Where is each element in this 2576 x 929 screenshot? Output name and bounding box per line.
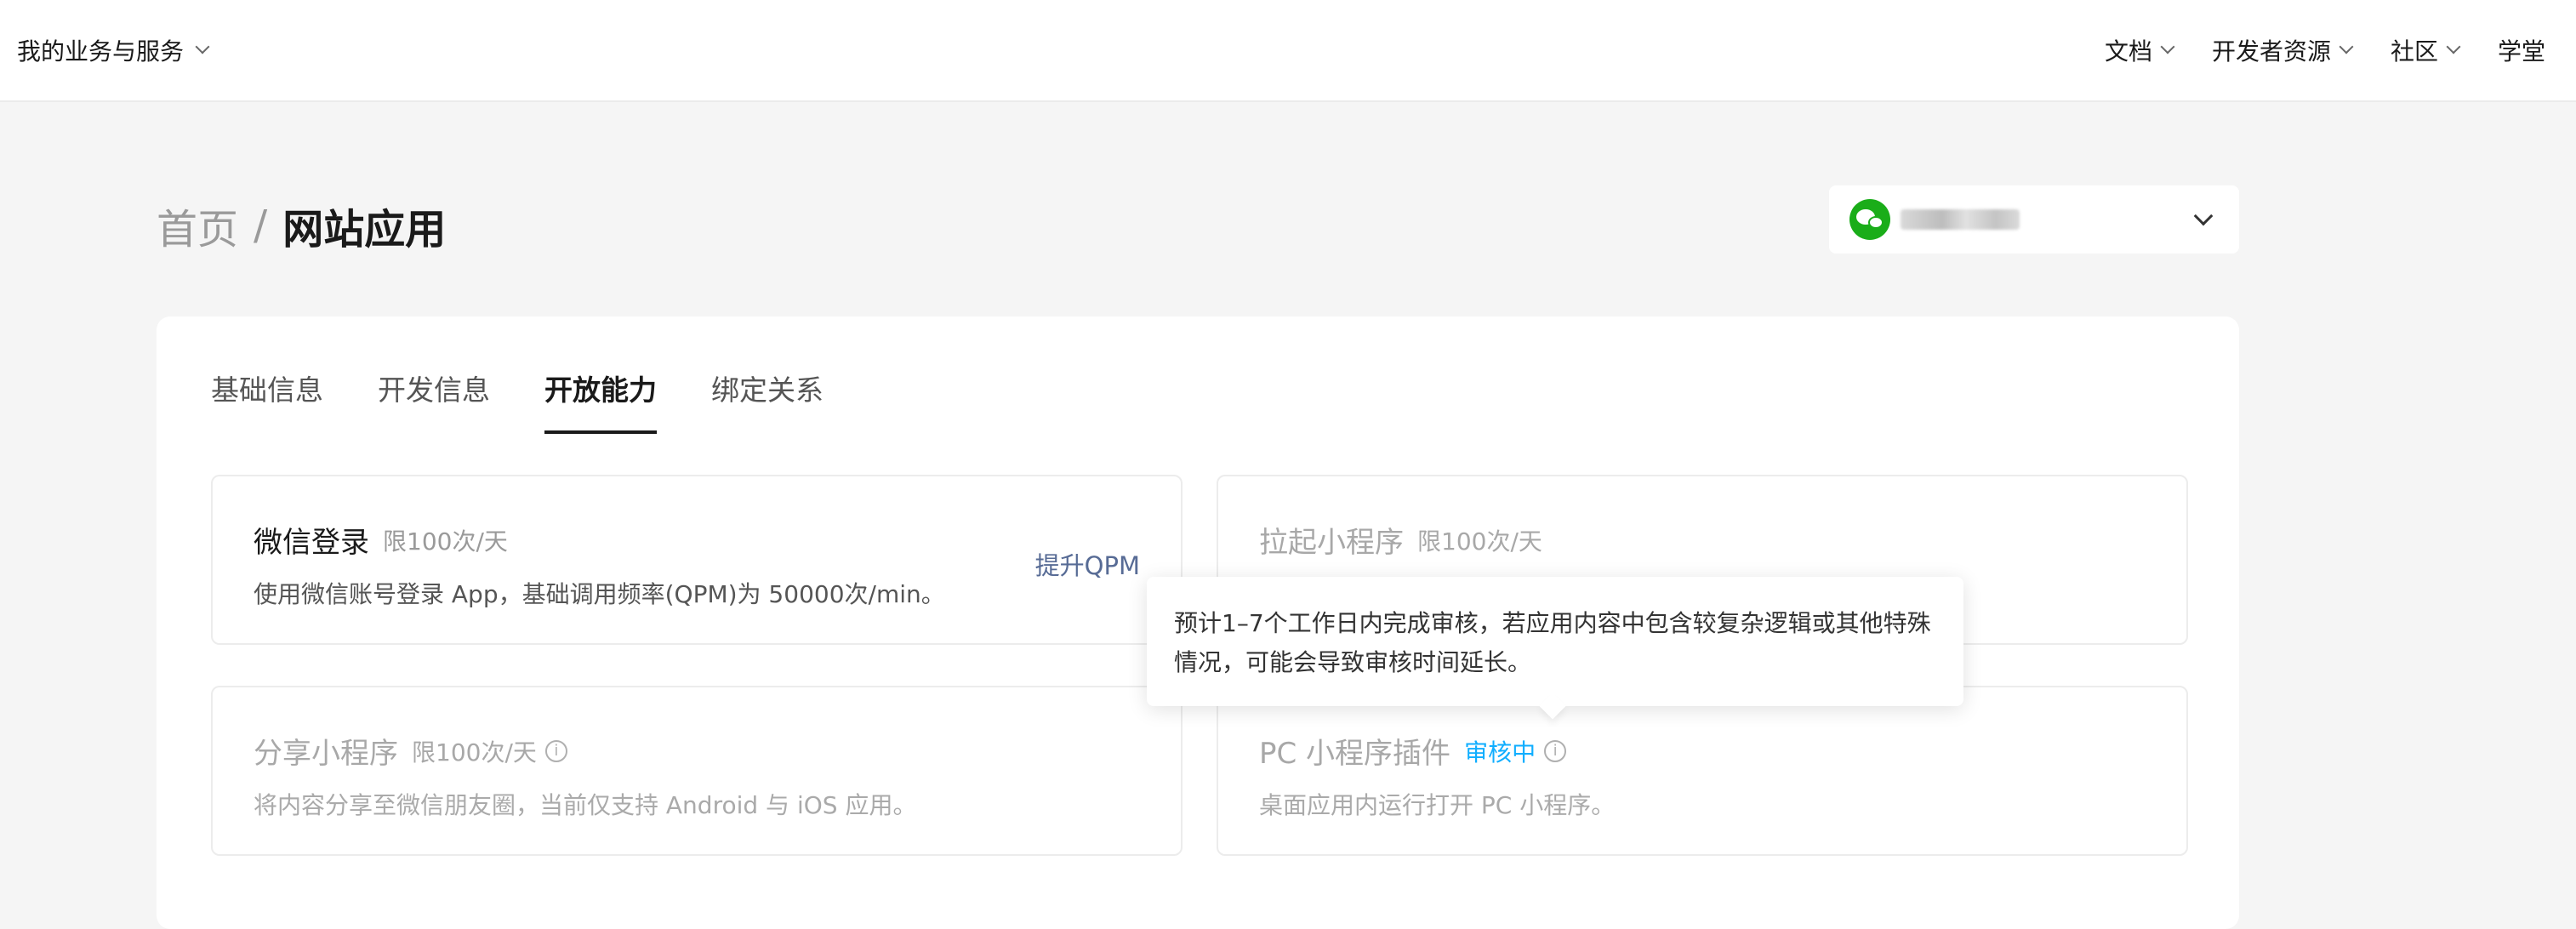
nav-community-label: 社区 [2390,37,2438,66]
account-name-redacted [1901,209,2020,230]
nav-academy[interactable]: 学堂 [2498,33,2545,67]
feature-limit: 限100次/天 [383,527,508,556]
feature-wechat-login: 微信登录 限100次/天 使用微信账号登录 App，基础调用频率(QPM)为 5… [211,475,1183,645]
feature-desc: 桌面应用内运行打开 PC 小程序。 [1259,791,1616,819]
chevron-down-icon [2193,206,2214,226]
feature-title: 分享小程序 [254,737,398,771]
tab-binding[interactable]: 绑定关系 [711,368,824,434]
feature-limit: 限100次/天 [1417,527,1542,556]
feature-title: PC 小程序插件 [1259,737,1451,771]
tab-basic-info[interactable]: 基础信息 [211,368,323,434]
feature-limit: 限100次/天 [412,738,537,767]
feature-desc: 使用微信账号登录 App，基础调用频率(QPM)为 50000次/min。 [254,580,945,608]
info-icon[interactable]: i [544,739,567,762]
feature-pc-miniprogram-plugin: PC 小程序插件 审核中 i 桌面应用内运行打开 PC 小程序。 [1217,686,2188,856]
page-title: 网站应用 [282,206,447,254]
nav-docs[interactable]: 文档 [2104,33,2175,67]
tab-dev-info[interactable]: 开发信息 [378,368,490,434]
nav-academy-label: 学堂 [2497,37,2545,66]
nav-docs-label: 文档 [2104,37,2152,66]
business-menu[interactable]: 我的业务与服务 [17,0,210,100]
feature-share-miniprogram: 分享小程序 限100次/天 i 将内容分享至微信朋友圈，当前仅支持 Androi… [211,686,1183,856]
status-badge: 审核中 [1464,738,1536,767]
feature-desc: 将内容分享至微信朋友圈，当前仅支持 Android 与 iOS 应用。 [254,791,917,819]
chevron-down-icon [2160,39,2175,54]
nav-developer-resources-label: 开发者资源 [2211,37,2331,66]
tab-bar: 基础信息 开发信息 开放能力 绑定关系 [211,368,824,434]
top-nav: 文档 开发者资源 社区 学堂 [2105,0,2545,100]
feature-title: 拉起小程序 [1259,526,1404,560]
business-menu-label: 我的业务与服务 [17,37,185,66]
breadcrumb-separator: / [254,202,268,249]
tooltip-text: 预计1–7个工作日内完成审核，若应用内容中包含较复杂逻辑或其他特殊情况，可能会导… [1174,609,1931,676]
account-select[interactable] [1829,185,2239,254]
chevron-down-icon [195,39,210,54]
breadcrumb-home[interactable]: 首页 [157,196,238,255]
feature-title: 微信登录 [254,526,369,560]
tab-open-capabilities[interactable]: 开放能力 [544,368,657,434]
breadcrumb: 首页 / 网站应用 [157,196,446,255]
top-bar: 我的业务与服务 文档 开发者资源 社区 学堂 [0,0,2576,102]
nav-developer-resources[interactable]: 开发者资源 [2211,33,2354,67]
chevron-down-icon [2446,39,2461,54]
nav-community[interactable]: 社区 [2390,33,2461,67]
info-icon[interactable]: i [1544,739,1567,762]
wechat-icon [1849,199,1890,240]
review-tooltip: 预计1–7个工作日内完成审核，若应用内容中包含较复杂逻辑或其他特殊情况，可能会导… [1147,577,1963,706]
chevron-down-icon [2339,39,2354,54]
upgrade-qpm-link[interactable]: 提升QPM [1035,546,1140,582]
